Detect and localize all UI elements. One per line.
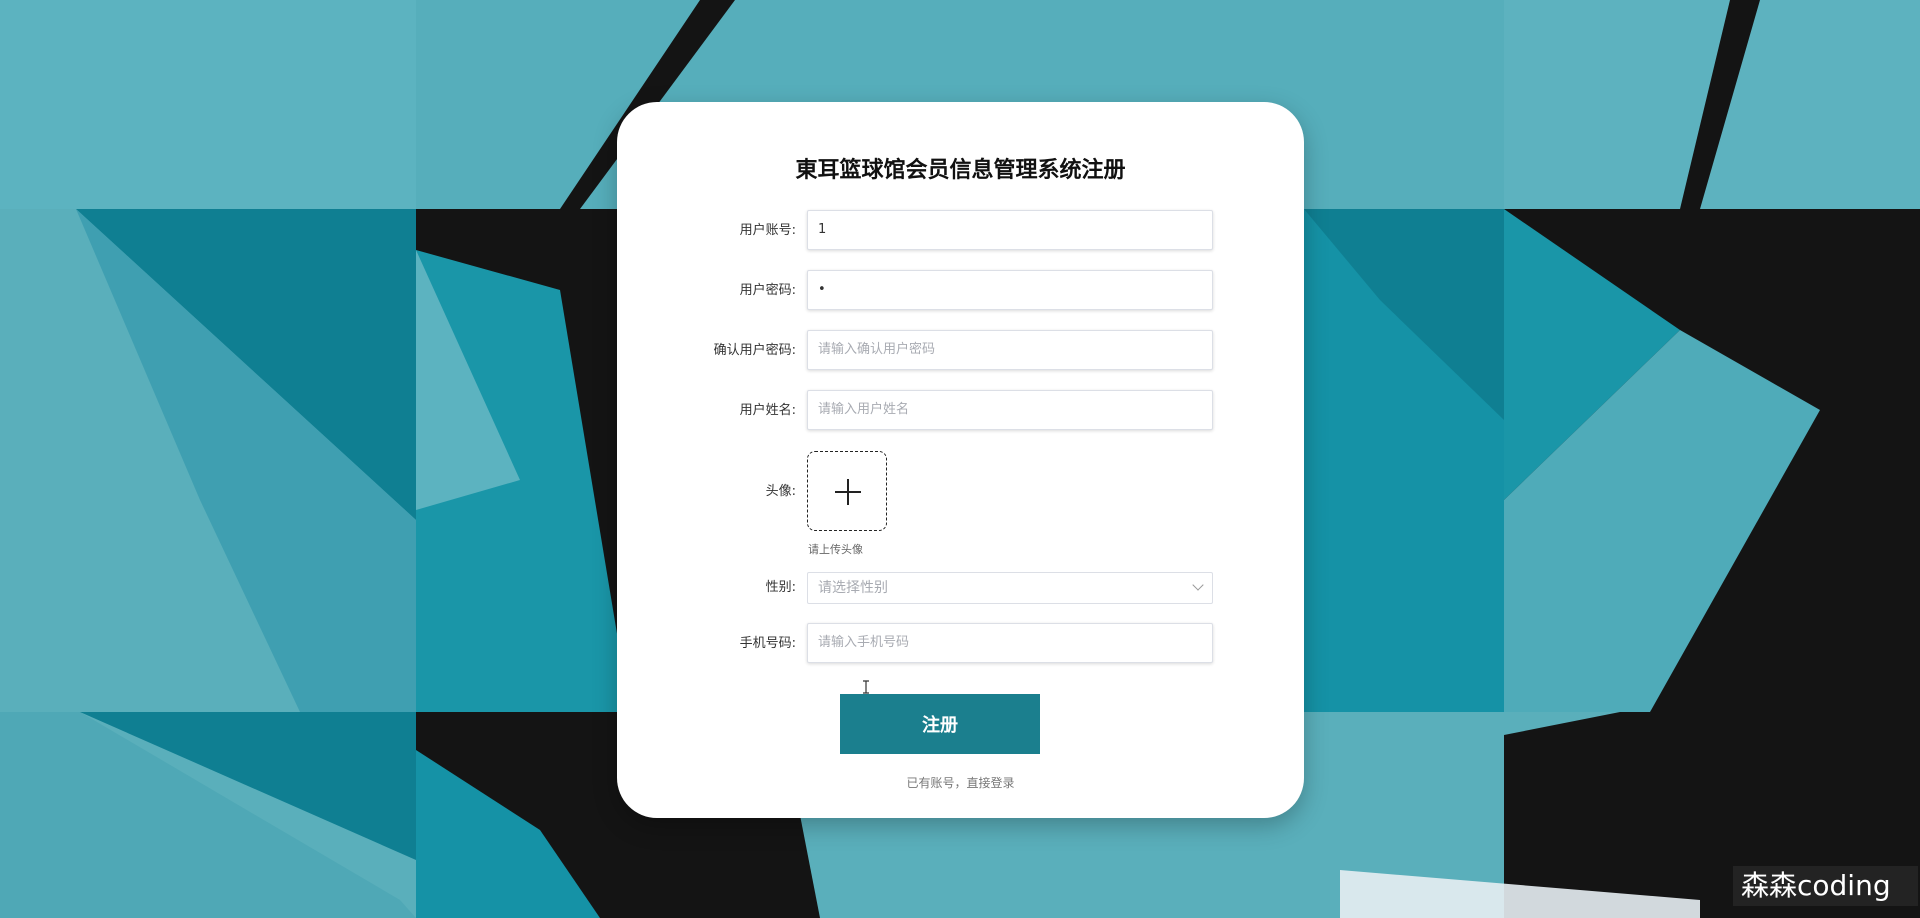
page-title: 東耳篮球馆会员信息管理系统注册 (795, 158, 1126, 183)
username-input[interactable] (807, 210, 1213, 250)
confirm-password-row: 确认用户密码: (617, 330, 1304, 694)
password-label: 用户密码: (739, 283, 796, 298)
chevron-down-icon (1192, 579, 1204, 591)
login-link[interactable]: 已有账号，直接登录 (617, 774, 1304, 791)
phone-input[interactable] (807, 623, 1213, 663)
real-name-input[interactable] (807, 390, 1213, 430)
username-label: 用户账号: (739, 223, 796, 238)
real-name-label: 用户姓名: (739, 403, 796, 418)
watermark: 森森coding (1733, 866, 1918, 906)
confirm-password-input[interactable] (807, 330, 1213, 370)
phone-row: 手机号码: (617, 623, 1304, 665)
confirm-password-label: 确认用户密码: (713, 343, 796, 358)
avatar-label: 头像: (765, 484, 796, 499)
gender-row: 性别: 请选择性别 (617, 572, 1304, 604)
gender-label: 性别: (765, 580, 796, 595)
avatar-upload-button[interactable] (807, 451, 887, 531)
gender-select-placeholder: 请选择性别 (818, 580, 888, 596)
register-button[interactable]: 注册 (840, 694, 1040, 754)
plus-icon-vertical (847, 479, 849, 505)
avatar-row: 头像: 请上传头像 (617, 451, 1304, 561)
register-card: 東耳篮球馆会员信息管理系统注册 用户账号: 用户密码: 确认用户密码: 用户姓名… (617, 102, 1304, 818)
username-row: 用户账号: (617, 210, 1304, 252)
text-cursor-icon (863, 680, 869, 694)
password-row: 用户密码: (617, 270, 1304, 312)
avatar-upload-tip: 请上传头像 (808, 543, 863, 556)
real-name-row: 用户姓名: (617, 390, 1304, 432)
phone-label: 手机号码: (739, 636, 796, 651)
gender-select[interactable]: 请选择性别 (807, 572, 1213, 604)
password-input[interactable] (807, 270, 1213, 310)
